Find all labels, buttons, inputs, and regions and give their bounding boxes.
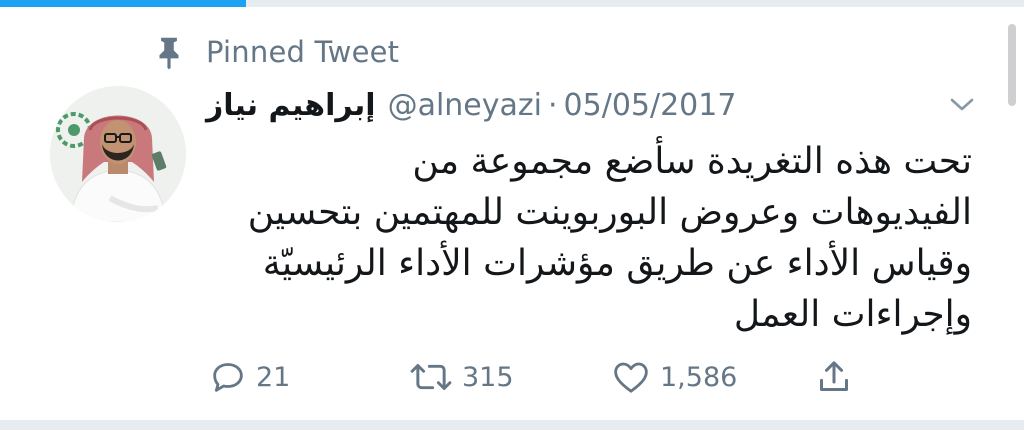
reply-button[interactable]: 21 (208, 355, 290, 399)
loading-progress-bar (0, 0, 246, 7)
pinned-label: Pinned Tweet (206, 35, 400, 69)
retweet-count: 315 (462, 361, 514, 393)
heart-icon (614, 362, 648, 393)
like-button[interactable]: 1,586 (610, 355, 737, 399)
reply-count: 21 (256, 361, 291, 393)
user-handle[interactable]: @alneyazi (388, 88, 542, 123)
share-button[interactable] (814, 355, 854, 399)
pinned-header: Pinned Tweet (150, 32, 399, 72)
display-name[interactable]: إبراهيم نياز (206, 88, 376, 123)
chevron-down-icon[interactable] (946, 92, 978, 116)
tweet-actions: 21 315 1,586 (0, 355, 1024, 399)
tweet-text-line: الفيديوهات وعروض البوربوينت للمهتمين بتح… (247, 192, 972, 233)
pin-icon (159, 37, 179, 70)
reply-icon (213, 363, 243, 392)
tweet-date[interactable]: 05/05/2017 (564, 88, 737, 123)
separator-dot: · (547, 87, 558, 123)
scrollbar[interactable] (1008, 24, 1016, 106)
retweet-button[interactable]: 315 (408, 355, 514, 399)
retweet-icon (410, 364, 452, 390)
avatar-image (50, 86, 186, 222)
tweet-text-line: وقياس الأداء عن طريق مؤشرات الأداء الرئي… (262, 243, 972, 284)
avatar[interactable] (50, 86, 186, 222)
tweet-text-line: وإجراءات العمل (733, 294, 972, 335)
tweet-header: إبراهيم نياز @alneyazi · 05/05/2017 (206, 80, 736, 130)
share-icon (820, 361, 848, 391)
tweet-screen: Pinned Tweet إبراهيم نياز @alneyazi · 05… (0, 0, 1024, 430)
tweet-text-line: تحت هذه التغريدة سأضع مجموعة من (412, 141, 972, 182)
like-count: 1,586 (660, 361, 738, 393)
bottom-divider (0, 420, 1024, 430)
tweet-text: تحت هذه التغريدة سأضع مجموعة من الفيديوه… (206, 136, 972, 340)
